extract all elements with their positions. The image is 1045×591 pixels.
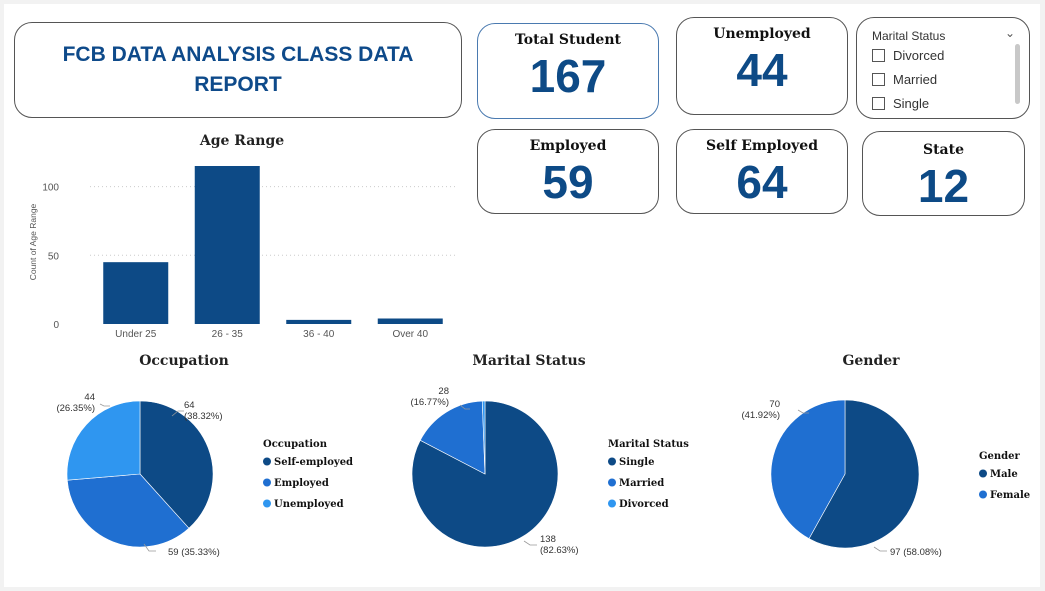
checkbox-icon[interactable] xyxy=(872,73,885,86)
marital-status-slicer[interactable]: Marital Status ⌄ Divorced Married Single xyxy=(856,17,1030,119)
bar-26-35 xyxy=(194,166,260,324)
pie-slice-self-employed xyxy=(139,400,214,529)
legend-title: Occupation xyxy=(263,439,328,450)
slicer-option-label: Single xyxy=(893,96,930,111)
y-tick-label: 50 xyxy=(48,251,60,262)
data-label-leader xyxy=(143,543,156,552)
data-label-percent: (38.32%) xyxy=(184,411,223,422)
kpi-value-employed: 59 xyxy=(542,156,594,208)
data-label-percent: (26.35%) xyxy=(56,403,95,414)
bar-over40 xyxy=(377,318,443,324)
slicer-option-single[interactable]: Single xyxy=(872,96,929,111)
kpi-value-unemployed: 44 xyxy=(736,44,788,96)
report-title: FCB DATA ANALYSIS CLASS DATA REPORT xyxy=(62,43,414,96)
x-tick-label: 36 - 40 xyxy=(303,329,335,340)
kpi-label-self-employed: Self Employed xyxy=(706,138,818,154)
data-label-leader xyxy=(99,403,110,407)
x-tick-label: Under 25 xyxy=(115,329,157,340)
kpi-card-employed[interactable]: Employed 59 xyxy=(477,129,659,214)
data-label-value: 70 xyxy=(769,399,780,410)
legend-marker xyxy=(263,478,271,487)
report-title-card: FCB DATA ANALYSIS CLASS DATA REPORT xyxy=(14,22,462,118)
legend-item-unemployed: Unemployed xyxy=(274,499,344,510)
legend-marker xyxy=(979,490,987,499)
kpi-card-total-student[interactable]: Total Student 167 xyxy=(477,23,659,119)
bar-under25 xyxy=(103,262,169,324)
chart-title-age-range: Age Range xyxy=(199,133,284,149)
data-label-leader xyxy=(523,540,537,546)
slicer-option-label: Divorced xyxy=(893,48,945,63)
legend-item-married: Married xyxy=(619,478,664,489)
pie-slice-single xyxy=(411,400,559,548)
data-label-value: 64 xyxy=(184,400,195,411)
checkbox-icon[interactable] xyxy=(872,97,885,110)
legend-title: Gender xyxy=(979,451,1021,462)
data-label-percent: (82.63%) xyxy=(540,545,579,556)
slicer-option-divorced[interactable]: Divorced xyxy=(872,48,944,63)
legend-item-employed: Employed xyxy=(274,478,329,489)
data-label-percent: (41.92%) xyxy=(741,410,780,421)
bar-36-40 xyxy=(286,319,352,324)
kpi-label-employed: Employed xyxy=(529,138,607,154)
slicer-option-label: Married xyxy=(893,72,938,87)
kpi-card-state[interactable]: State 12 xyxy=(862,131,1025,216)
legend-title: Marital Status xyxy=(608,439,689,450)
legend-item-self-employed: Self-employed xyxy=(274,457,353,468)
kpi-value-total-student: 167 xyxy=(529,50,607,102)
data-label-value: 28 xyxy=(438,386,449,397)
x-tick-label: Over 40 xyxy=(392,329,428,340)
kpi-label-total-student: Total Student xyxy=(515,32,621,48)
x-tick-label: 26 - 35 xyxy=(212,329,244,340)
kpi-value-self-employed: 64 xyxy=(736,156,788,208)
pie-slice-unemployed xyxy=(66,400,141,481)
pie-slice-married xyxy=(419,400,486,475)
pie-slice-female xyxy=(770,399,846,540)
y-axis-title: Count of Age Range xyxy=(28,203,38,280)
report-canvas: FCB DATA ANALYSIS CLASS DATA REPORT Tota… xyxy=(4,4,1040,587)
legend-item-female: Female xyxy=(990,490,1030,501)
legend-item-divorced: Divorced xyxy=(619,499,669,510)
chart-title-gender: Gender xyxy=(842,353,900,369)
legend-marker xyxy=(263,499,271,508)
data-label-value: 138 xyxy=(540,534,556,545)
slicer-scrollbar[interactable] xyxy=(1015,44,1020,104)
legend-marker xyxy=(263,457,271,466)
legend-item-single: Single xyxy=(619,457,654,468)
legend-marker xyxy=(979,469,987,478)
data-label-value: 44 xyxy=(84,392,95,403)
chart-title-marital-status: Marital Status xyxy=(472,353,585,369)
kpi-card-unemployed[interactable]: Unemployed 44 xyxy=(676,17,848,115)
chevron-down-icon[interactable]: ⌄ xyxy=(1005,26,1015,40)
y-tick-label: 0 xyxy=(53,320,59,331)
legend-marker xyxy=(608,457,616,466)
pie-slice-employed xyxy=(66,473,190,548)
y-tick-label: 100 xyxy=(42,183,59,194)
data-label-leader xyxy=(797,409,809,414)
data-label-leader xyxy=(171,410,184,417)
legend-item-male: Male xyxy=(990,469,1018,480)
data-label-value: 97 (58.08%) xyxy=(890,547,942,558)
kpi-card-self-employed[interactable]: Self Employed 64 xyxy=(676,129,848,214)
checkbox-icon[interactable] xyxy=(872,49,885,62)
data-label-percent: (16.77%) xyxy=(410,397,449,408)
pie-slice-male xyxy=(808,399,920,549)
pie-slice-divorced xyxy=(481,400,486,475)
data-label-leader xyxy=(459,404,470,410)
chart-title-occupation: Occupation xyxy=(139,353,229,369)
slicer-title: Marital Status xyxy=(872,29,946,43)
kpi-value-state: 12 xyxy=(917,160,970,212)
slicer-option-married[interactable]: Married xyxy=(872,72,937,87)
kpi-label-state: State xyxy=(922,142,965,158)
legend-marker xyxy=(608,499,616,508)
data-label-value: 59 (35.33%) xyxy=(168,547,220,558)
kpi-label-unemployed: Unemployed xyxy=(713,26,811,42)
data-label-leader xyxy=(873,546,887,552)
legend-marker xyxy=(608,478,616,487)
